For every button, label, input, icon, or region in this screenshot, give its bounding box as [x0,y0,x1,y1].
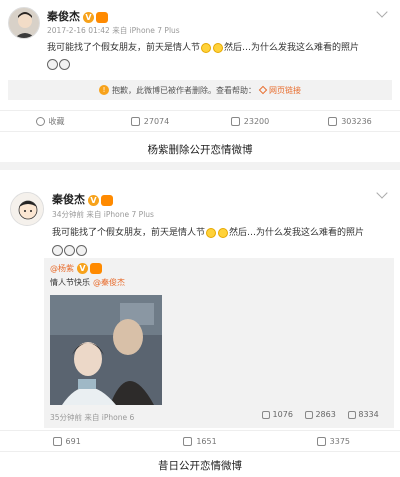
verified-badge-icon: V [77,263,88,274]
repost-count[interactable]: 1076 [262,410,293,419]
caption-2: 昔日公开恋情微博 [158,460,242,472]
link-icon [258,85,268,95]
emoji-icon [76,245,87,256]
repost-button[interactable]: 27074 [100,116,200,126]
medal-icon [96,11,108,23]
avatar-image [9,8,39,38]
repost-meta: 35分钟前 来自 iPhone 6 [50,413,135,422]
comment-button[interactable]: 1651 [133,436,266,446]
post-meta: 34分钟前 来自 iPhone 7 Plus [52,210,154,219]
emoji-icon [59,59,70,70]
avatar[interactable] [8,7,40,39]
like-button[interactable]: 3375 [267,436,400,446]
emoji-icon [52,245,63,256]
repost-icon [262,410,270,419]
star-icon [35,116,45,126]
action-bar: 691 1651 3375 [0,430,400,452]
post-text: 我可能找了个假女朋友，前天是情人节 [52,228,206,238]
verified-badge-icon: V [88,194,99,206]
warning-icon: ! [99,85,109,95]
post-text-continued: 然后…为什么发我这么难看的照片 [229,228,365,238]
emoji-icon [206,227,217,238]
repost-username[interactable]: @杨紫 [50,264,74,273]
repost-icon [130,116,140,126]
photo-image [50,295,162,405]
action-bar: 收藏 27074 23200 303236 [0,110,400,132]
medal-icon [90,263,102,274]
chevron-down-icon[interactable] [376,187,388,199]
notice-text: 抱歉，此微博已被作者删除。查看帮助： [112,85,256,95]
medal-icon [101,194,113,206]
emoji-icon [201,42,212,53]
comment-count[interactable]: 2863 [304,410,336,419]
comment-icon [230,116,240,126]
chevron-down-icon[interactable] [376,6,388,18]
favorite-button[interactable]: 收藏 [0,116,100,127]
thumbs-up-icon [347,410,356,419]
repost-text: 情人节快乐 [50,278,90,287]
repost-photo[interactable] [50,295,162,405]
caption-1: 杨紫删除公开恋情微博 [147,144,253,156]
emoji-icon [218,227,229,238]
username[interactable]: 秦俊杰 [52,193,85,206]
deleted-notice: ! 抱歉，此微博已被作者删除。查看帮助： 网页链接 [8,80,392,100]
like-button[interactable]: 303236 [300,116,400,126]
repost-icon [52,436,62,446]
verified-badge-icon: V [83,11,94,23]
mention-link[interactable]: @秦俊杰 [93,278,125,287]
comment-button[interactable]: 23200 [200,116,300,126]
post-text-continued: 然后…为什么发我这么难看的照片 [224,43,360,53]
post-meta: 2017-2-16 01:42 来自 iPhone 7 Plus [47,26,180,35]
post-text: 我可能找了个假女朋友，前天是情人节 [47,43,201,53]
emoji-icon [213,42,224,53]
thumbs-up-icon [328,116,338,126]
webpage-link[interactable]: 网页链接 [269,85,301,96]
emoji-icon [47,59,58,70]
repost-button[interactable]: 691 [0,436,133,446]
comment-icon [304,410,313,419]
like-count[interactable]: 8334 [347,410,379,419]
emoji-icon [64,245,75,256]
avatar-image [11,193,43,225]
avatar[interactable] [10,192,44,226]
divider [0,162,400,170]
username[interactable]: 秦俊杰 [47,10,80,23]
thumbs-up-icon [316,436,326,446]
comment-icon [183,436,193,446]
